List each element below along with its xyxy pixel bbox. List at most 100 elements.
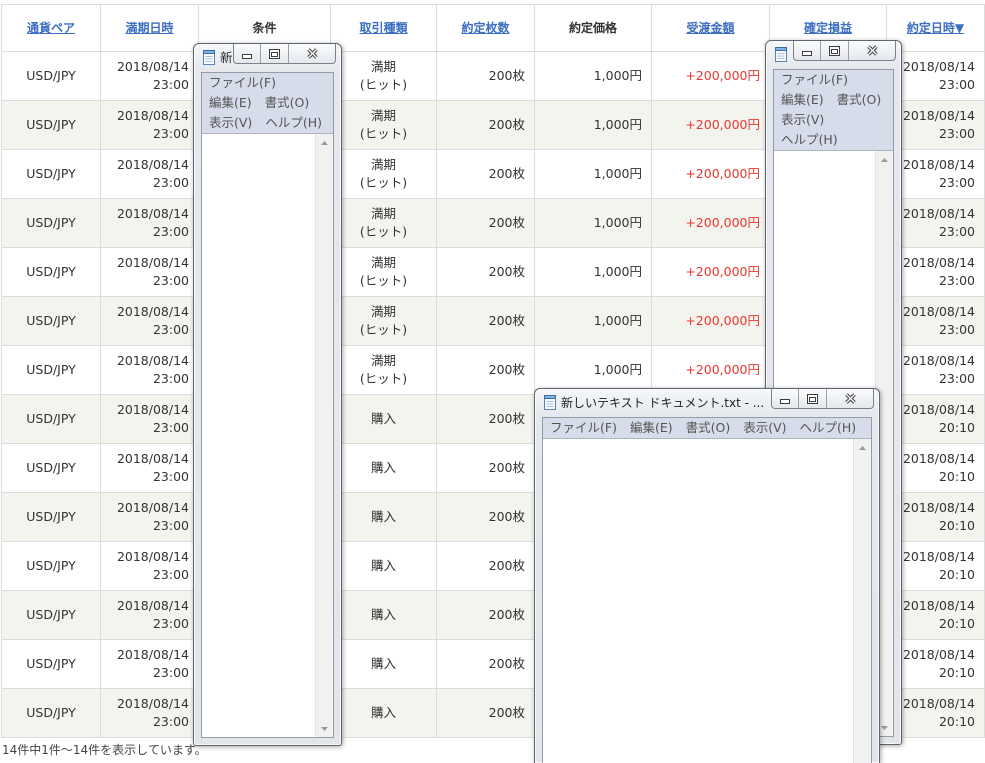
exec-time-text: 23:00 xyxy=(938,77,975,92)
quantity-text: 200枚 xyxy=(488,411,525,426)
pair-cell: USD/JPY xyxy=(1,639,101,689)
menu-format[interactable]: 書式(O) xyxy=(686,418,731,438)
caption-buttons xyxy=(771,389,874,409)
price-text: 1,000円 xyxy=(593,68,642,83)
type-main-text: 購入 xyxy=(370,558,396,573)
type-sub-text: (ヒット) xyxy=(359,371,408,386)
menu-edit[interactable]: 編集(E) xyxy=(781,90,824,110)
exec-time-text: 23:00 xyxy=(938,322,975,337)
menu-view[interactable]: 表示(V) xyxy=(209,113,252,133)
sort-link-quantity[interactable]: 約定枚数 xyxy=(461,21,509,35)
expiry-time-text: 23:00 xyxy=(152,175,189,190)
pair-cell: USD/JPY xyxy=(1,394,101,444)
menu-format[interactable]: 書式(O) xyxy=(265,93,310,113)
expiry-cell: 2018/08/14 23:00 xyxy=(100,345,199,395)
expiry-time-text: 23:00 xyxy=(152,420,189,435)
trade-type-cell: 購入 xyxy=(330,541,437,591)
pair-text: USD/JPY xyxy=(26,117,76,132)
minimize-icon xyxy=(780,389,790,408)
exec-time-text: 23:00 xyxy=(938,126,975,141)
menu-row: ファイル(F) 編集(E) 書式(O) 表示(V) ヘルプ(H) xyxy=(550,418,871,438)
maximize-button[interactable] xyxy=(260,44,288,63)
menu-row: 表示(V) xyxy=(781,110,893,130)
sort-link-trade-type[interactable]: 取引種類 xyxy=(359,21,407,35)
menu-help[interactable]: ヘルプ(H) xyxy=(800,418,857,438)
exec-date-text: 2018/08/14 xyxy=(902,59,975,74)
expiry-date-text: 2018/08/14 xyxy=(116,255,189,270)
quantity-text: 200枚 xyxy=(488,313,525,328)
sort-link-pnl[interactable]: 確定損益 xyxy=(804,21,852,35)
notepad-window[interactable]: 新 ファイル(F) 編集(E) 書式(O) 表示(V) ヘルプ(H) xyxy=(193,43,342,746)
type-main-text: 満期 xyxy=(370,108,396,123)
sort-link-amount[interactable]: 受渡金額 xyxy=(686,21,734,35)
title-bar[interactable] xyxy=(766,41,901,69)
trade-type-cell: 満期 (ヒット) xyxy=(330,100,437,150)
vertical-scrollbar[interactable] xyxy=(853,439,871,763)
menu-file[interactable]: ファイル(F) xyxy=(550,418,617,438)
expiry-time-text: 23:00 xyxy=(152,126,189,141)
scroll-down-arrow-icon[interactable] xyxy=(316,720,333,737)
menu-format[interactable]: 書式(O) xyxy=(837,90,882,110)
trade-type-cell: 購入 xyxy=(330,590,437,640)
amount-cell: +200,000円 xyxy=(651,149,770,199)
menu-edit[interactable]: 編集(E) xyxy=(630,418,673,438)
price-cell: 1,000円 xyxy=(534,296,652,346)
scroll-up-arrow-icon[interactable] xyxy=(876,151,893,168)
header-price-label: 約定価格 xyxy=(568,21,617,35)
title-bar[interactable]: 新しいテキスト ドキュメント.txt - ... xyxy=(535,389,879,417)
menu-file[interactable]: ファイル(F) xyxy=(209,73,276,93)
menu-help[interactable]: ヘルプ(H) xyxy=(781,130,838,150)
caption-buttons xyxy=(793,41,896,61)
menu-edit[interactable]: 編集(E) xyxy=(209,93,252,113)
type-main-text: 満期 xyxy=(370,206,396,221)
notepad-window[interactable]: 新しいテキスト ドキュメント.txt - ... ファイル(F) 編集(E) 書… xyxy=(534,388,880,763)
trade-type-cell: 購入 xyxy=(330,443,437,493)
menu-bar: ファイル(F) 編集(E) 書式(O) 表示(V) ヘルプ(H) xyxy=(774,70,893,150)
maximize-button[interactable] xyxy=(820,41,848,60)
amount-cell: +200,000円 xyxy=(651,51,770,101)
amount-cell: +200,000円 xyxy=(651,247,770,297)
type-main-text: 満期 xyxy=(370,353,396,368)
scroll-up-arrow-icon[interactable] xyxy=(854,439,871,456)
minimize-button[interactable] xyxy=(772,389,798,408)
sort-link-pair[interactable]: 通貨ペア xyxy=(27,21,75,35)
trade-type-cell: 満期 (ヒット) xyxy=(330,247,437,297)
menu-file[interactable]: ファイル(F) xyxy=(781,70,848,90)
quantity-cell: 200枚 xyxy=(436,590,535,640)
trade-type-cell: 購入 xyxy=(330,639,437,689)
type-sub-text: (ヒット) xyxy=(359,224,408,239)
expiry-time-text: 23:00 xyxy=(152,469,189,484)
trade-type-cell: 満期 (ヒット) xyxy=(330,149,437,199)
pair-cell: USD/JPY xyxy=(1,247,101,297)
minimize-button[interactable] xyxy=(794,41,820,60)
vertical-scrollbar[interactable] xyxy=(315,134,333,737)
exec-date-text: 2018/08/14 xyxy=(902,598,975,613)
type-sub-text: (ヒット) xyxy=(359,77,408,92)
menu-row: ファイル(F) xyxy=(209,73,333,93)
maximize-button[interactable] xyxy=(798,389,826,408)
close-button[interactable] xyxy=(826,389,873,408)
header-amount: 受渡金額 xyxy=(651,4,770,52)
type-main-text: 購入 xyxy=(370,460,396,475)
window-title: 新 xyxy=(220,50,233,65)
close-button[interactable] xyxy=(288,44,335,63)
minimize-button[interactable] xyxy=(234,44,260,63)
price-text: 1,000円 xyxy=(593,264,642,279)
type-sub-text: (ヒット) xyxy=(359,175,408,190)
scroll-up-arrow-icon[interactable] xyxy=(316,134,333,151)
text-edit-area[interactable] xyxy=(202,133,333,737)
sort-link-exec-datetime[interactable]: 約定日時▼ xyxy=(907,21,964,35)
menu-view[interactable]: 表示(V) xyxy=(743,418,786,438)
close-button[interactable] xyxy=(848,41,895,60)
pair-text: USD/JPY xyxy=(26,362,76,377)
sort-link-expiry[interactable]: 満期日時 xyxy=(125,21,173,35)
title-bar[interactable]: 新 xyxy=(194,44,341,72)
amount-cell: +200,000円 xyxy=(651,100,770,150)
text-edit-area[interactable] xyxy=(543,438,871,763)
menu-row: 編集(E) 書式(O) xyxy=(209,93,333,113)
pair-text: USD/JPY xyxy=(26,166,76,181)
menu-help[interactable]: ヘルプ(H) xyxy=(265,113,322,133)
menu-view[interactable]: 表示(V) xyxy=(781,110,824,130)
pair-cell: USD/JPY xyxy=(1,345,101,395)
type-main-text: 購入 xyxy=(370,509,396,524)
